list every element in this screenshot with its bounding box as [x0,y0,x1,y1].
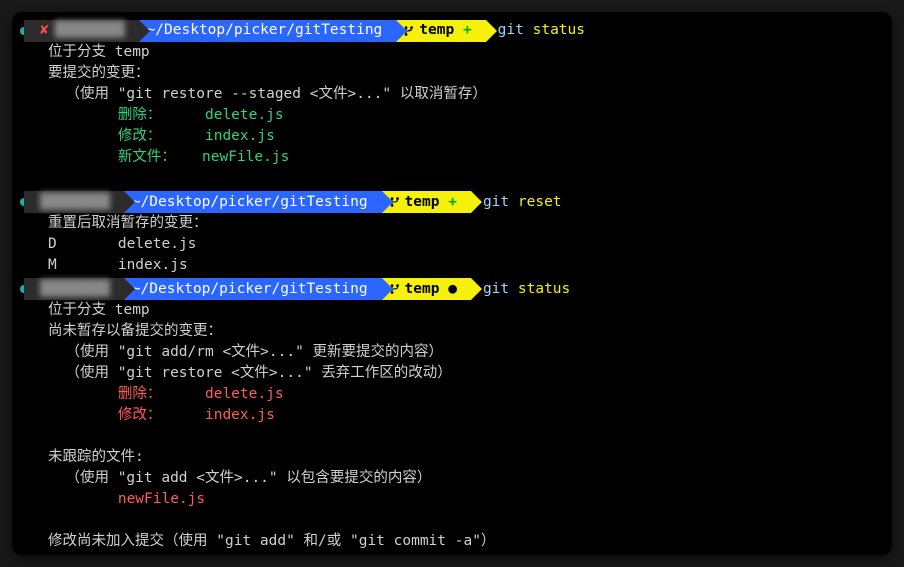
blank-line [20,426,884,447]
status-label: 新文件： [48,149,176,165]
output-line: 未跟踪的文件: [20,447,884,468]
status-label: 修改： [48,407,161,423]
branch-suffix-icon: + [448,192,457,213]
output-line: （使用 "git add/rm <文件>..." 更新要提交的内容） [20,342,884,363]
file-name: delete.js [161,107,283,123]
host-segment: ████████ [24,278,124,300]
branch-name: temp [405,279,440,300]
host-name: ████████ [55,20,125,41]
path-text: ~/Desktop/picker/gitTesting [147,20,383,41]
prompt-row-3: ████████ ~/Desktop/picker/gitTesting tem… [20,278,884,300]
file-name: delete.js [161,386,283,402]
output-line: 删除： delete.js [20,105,884,126]
command-arg: status [533,20,585,41]
blank-line [20,510,884,531]
output-line: 位于分支 temp [20,300,884,321]
output-line: M index.js [20,255,884,276]
status-label: 删除： [48,107,161,123]
file-name: index.js [161,128,275,144]
status-label: 删除： [48,386,161,402]
branch-name: temp [419,20,454,41]
branch-suffix-icon: ● [448,279,457,300]
output-line: 修改： index.js [20,405,884,426]
path-text: ~/Desktop/picker/gitTesting [132,192,368,213]
output-line: （使用 "git restore --staged <文件>..." 以取消暂存… [20,84,884,105]
output-line: 删除： delete.js [20,384,884,405]
path-segment: ~/Desktop/picker/gitTesting [116,191,382,213]
terminal-window[interactable]: ✘ ████████ ~/Desktop/picker/gitTesting t… [12,12,892,555]
path-text: ~/Desktop/picker/gitTesting [132,279,368,300]
path-segment: ~/Desktop/picker/gitTesting [131,20,397,42]
file-name: index.js [161,407,275,423]
output-line: 位于分支 temp [20,42,884,63]
output-line: 修改尚未加入提交（使用 "git add" 和/或 "git commit -a… [20,531,884,552]
host-name: ████████ [40,192,110,213]
output-line: （使用 "git restore <文件>..." 丢弃工作区的改动） [20,363,884,384]
x-icon: ✘ [40,20,49,41]
output-line: 尚未暂存以备提交的变更： [20,321,884,342]
prompt-row-1: ✘ ████████ ~/Desktop/picker/gitTesting t… [20,20,884,42]
branch-name: temp [405,192,440,213]
command-arg: reset [518,192,562,213]
output-line: 新文件： newFile.js [20,147,884,168]
path-segment: ~/Desktop/picker/gitTesting [116,278,382,300]
blank-line [20,168,884,189]
prompt-row-2: ████████ ~/Desktop/picker/gitTesting tem… [20,191,884,213]
file-name: newFile.js [176,149,290,165]
host-segment: ████████ [24,191,124,213]
command-git: git [483,192,509,213]
output-line: 要提交的变更： [20,63,884,84]
output-line: 修改： index.js [20,126,884,147]
command-git: git [498,20,524,41]
host-name: ████████ [40,279,110,300]
host-segment: ✘ ████████ [24,20,139,42]
command-arg: status [518,279,570,300]
branch-suffix-icon: + [463,20,472,41]
command-git: git [483,279,509,300]
output-line: newFile.js [20,489,884,510]
output-line: 重置后取消暂存的变更： [20,213,884,234]
output-line: D delete.js [20,234,884,255]
status-label: 修改： [48,128,161,144]
output-line: （使用 "git add <文件>..." 以包含要提交的内容） [20,468,884,489]
